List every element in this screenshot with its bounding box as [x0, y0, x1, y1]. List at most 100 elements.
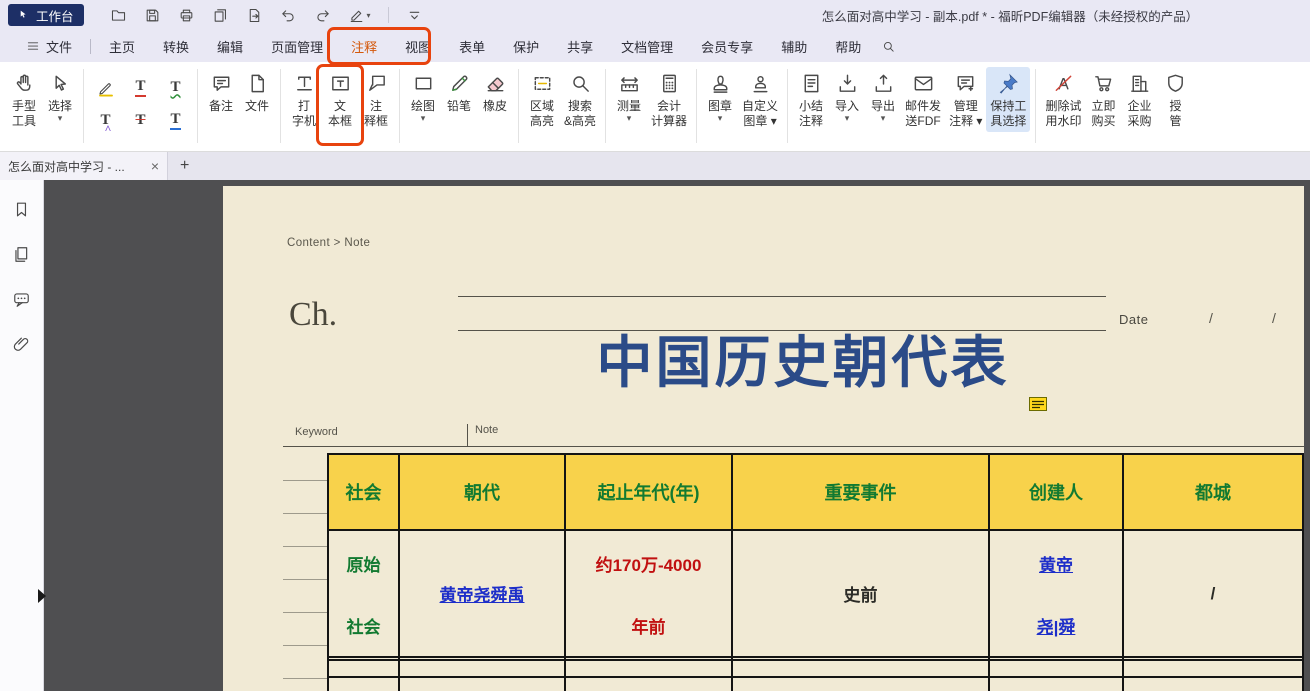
- pen-style-icon[interactable]: ▾: [348, 7, 371, 24]
- period-line: 约170万-4000: [596, 551, 702, 576]
- panel-expand-handle[interactable]: [38, 589, 46, 603]
- underline-icon[interactable]: T: [124, 72, 157, 103]
- ribbon-divider: [787, 69, 788, 143]
- squiggly-icon[interactable]: T: [159, 72, 192, 103]
- ribbon-button-buy-now[interactable]: 立即购买: [1085, 67, 1121, 132]
- menu-tab-edit[interactable]: 编辑: [203, 30, 257, 62]
- menu-tab-comment[interactable]: 注释: [337, 30, 391, 62]
- highlight-icon[interactable]: [89, 72, 122, 103]
- print-icon[interactable]: [178, 7, 195, 24]
- menu-tab-view[interactable]: 视图: [391, 30, 445, 62]
- ribbon-button-label: 注释框: [364, 99, 388, 129]
- ribbon-button-note[interactable]: 备注: [203, 67, 239, 117]
- replace-text-icon[interactable]: T: [159, 105, 192, 136]
- document-viewport[interactable]: Content > Note Ch. Date / / 中国历史朝代表 Keyw…: [44, 180, 1310, 691]
- ribbon-button-enterprise-purchase[interactable]: 企业采购: [1121, 67, 1157, 132]
- table-row: 原始 社会 黄帝尧舜禹 约170万-4000 年前 史前: [329, 531, 1304, 658]
- menu-tab-member[interactable]: 会员专享: [687, 30, 767, 62]
- magnifier-icon: [569, 70, 592, 97]
- menu-tab-doc-manage[interactable]: 文档管理: [607, 30, 687, 62]
- ribbon-button-summarize-comments[interactable]: 小结注释: [793, 67, 829, 132]
- founder-link[interactable]: 黄帝: [1039, 551, 1073, 576]
- workspace-button[interactable]: 工作台: [8, 4, 84, 26]
- ribbon-button-calculator[interactable]: 会计计算器: [647, 67, 691, 132]
- pages-panel-icon[interactable]: [12, 245, 31, 264]
- ribbon-button-textbox[interactable]: 文本框: [322, 67, 358, 132]
- undo-icon[interactable]: [280, 7, 297, 24]
- tab-close-icon[interactable]: ×: [151, 158, 159, 174]
- ribbon-button-remove-trial-watermark[interactable]: 删除试用水印: [1041, 67, 1085, 132]
- new-tab-button[interactable]: +: [168, 152, 201, 180]
- menu-tab-label: 转换: [163, 37, 189, 56]
- menubar: 文件主页转换编辑页面管理注释视图表单保护共享文档管理会员专享辅助帮助: [0, 30, 1310, 62]
- ribbon-button-search-highlight[interactable]: 搜索&高亮: [560, 67, 600, 132]
- chapter-heading: Ch.: [289, 296, 337, 334]
- society-line: 原始: [347, 551, 381, 576]
- open-folder-icon[interactable]: [110, 7, 127, 24]
- sticky-note-icon[interactable]: [1029, 397, 1047, 416]
- export-page-icon[interactable]: [246, 7, 263, 24]
- menu-tab-assist[interactable]: 辅助: [767, 30, 821, 62]
- text-markup-group: TTTTT: [89, 72, 192, 136]
- attachments-panel-icon[interactable]: [12, 335, 31, 354]
- ribbon-button-license-manage[interactable]: 授管: [1157, 67, 1193, 132]
- menu-tab-help[interactable]: 帮助: [821, 30, 875, 62]
- ribbon-button-file-attach[interactable]: 文件: [239, 67, 275, 117]
- ribbon-button-select-tool[interactable]: 选择▾: [42, 67, 78, 126]
- table-row: [329, 678, 1304, 691]
- ribbon-button-eraser[interactable]: 橡皮: [477, 67, 513, 117]
- ribbon-button-drawing[interactable]: 绘图▾: [405, 67, 441, 126]
- strikeout-icon[interactable]: T: [124, 105, 157, 136]
- eraser-icon: [484, 70, 507, 97]
- ribbon-button-email-fdf[interactable]: 邮件发送FDF: [901, 67, 945, 132]
- ribbon-divider: [280, 69, 281, 143]
- cursor-icon: [49, 70, 72, 97]
- breadcrumb: Content > Note: [287, 237, 370, 249]
- document-main-title: 中国历史朝代表: [513, 332, 1093, 396]
- ribbon-button-measure[interactable]: 测量▾: [611, 67, 647, 126]
- ribbon-button-export-comments[interactable]: 导出▾: [865, 67, 901, 126]
- textbox-icon: [329, 70, 352, 97]
- ribbon-button-hand-tool[interactable]: 手型工具: [6, 67, 42, 132]
- ribbon-button-manage-comments[interactable]: 管理注释 ▾: [945, 67, 986, 132]
- menu-tab-home[interactable]: 主页: [95, 30, 149, 62]
- menu-tab-convert[interactable]: 转换: [149, 30, 203, 62]
- menu-tab-label: 保护: [513, 37, 539, 56]
- insert-text-icon[interactable]: T: [89, 105, 122, 136]
- menu-tab-form[interactable]: 表单: [445, 30, 499, 62]
- document-tab[interactable]: 怎么面对高中学习 - ... ×: [0, 152, 168, 180]
- ribbon-button-custom-stamp[interactable]: 自定义图章 ▾: [738, 67, 782, 132]
- ribbon-divider: [605, 69, 606, 143]
- ribbon-button-keep-tool-selected[interactable]: 保持工具选择: [986, 67, 1030, 132]
- header-rule-line: [458, 330, 1106, 331]
- ribbon-button-typewriter[interactable]: 打字机: [286, 67, 322, 132]
- comments-panel-icon[interactable]: [12, 290, 31, 309]
- ribbon-button-label: 图章▾: [708, 99, 732, 123]
- ribbon-button-stamp[interactable]: 图章▾: [702, 67, 738, 126]
- bookmarks-panel-icon[interactable]: [12, 200, 31, 219]
- ribbon-button-pencil[interactable]: 铅笔: [441, 67, 477, 117]
- rect-icon: [412, 70, 435, 97]
- save-icon[interactable]: [144, 7, 161, 24]
- founder-link[interactable]: 尧|舜: [1037, 613, 1076, 638]
- menu-tab-page-manage[interactable]: 页面管理: [257, 30, 337, 62]
- redo-icon[interactable]: [314, 7, 331, 24]
- pencil-icon: [448, 70, 471, 97]
- ribbon-button-label: 企业采购: [1127, 99, 1151, 129]
- shield-icon: [1164, 70, 1187, 97]
- customize-toolbar-icon[interactable]: [406, 7, 423, 24]
- ribbon-button-area-highlight[interactable]: 区域高亮: [524, 67, 560, 132]
- ribbon-button-import-comments[interactable]: 导入▾: [829, 67, 865, 126]
- menu-tab-share[interactable]: 共享: [553, 30, 607, 62]
- menu-tab-file[interactable]: 文件: [12, 30, 86, 62]
- search-icon[interactable]: [881, 39, 896, 54]
- ribbon-button-label: 绘图▾: [411, 99, 435, 123]
- ruler-icon: [618, 70, 641, 97]
- dynasty-link[interactable]: 黄帝尧舜禹: [440, 581, 525, 606]
- menu-tab-protect[interactable]: 保护: [499, 30, 553, 62]
- workspace-cursor-icon: [18, 9, 31, 22]
- quick-access-toolbar: ▾: [110, 7, 423, 24]
- copy-pages-icon[interactable]: [212, 7, 229, 24]
- ribbon-button-callout[interactable]: 注释框: [358, 67, 394, 132]
- import-icon: [836, 70, 859, 97]
